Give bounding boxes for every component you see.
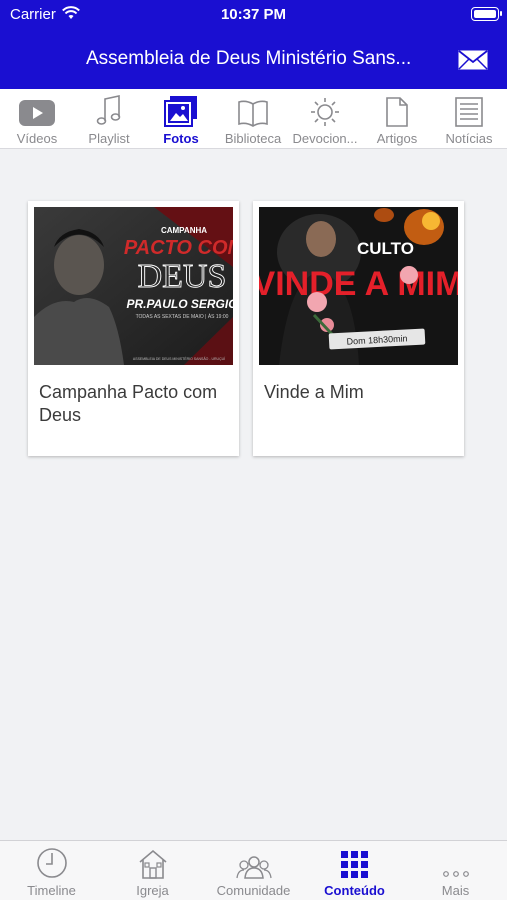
- clock-time: 10:37 PM: [220, 6, 287, 23]
- tab-label: Artigos: [376, 131, 418, 146]
- top-bar: Carrier 10:37 PM Assembleia de Deus Mini…: [0, 0, 507, 89]
- tab-devotional[interactable]: Devocion...: [289, 89, 361, 149]
- status-bar: Carrier 10:37 PM: [0, 0, 507, 28]
- bottom-tab-community[interactable]: Comunidade: [203, 841, 304, 900]
- music-note-icon: [73, 89, 145, 127]
- tab-label: Playlist: [88, 131, 130, 146]
- cover-text-vinde: VINDE A MIM: [259, 265, 458, 303]
- document-icon: [361, 89, 433, 127]
- tab-label: Vídeos: [16, 131, 58, 146]
- album-title: Vinde a Mim: [264, 382, 364, 402]
- more-icon: [405, 841, 506, 879]
- mail-icon[interactable]: [458, 50, 488, 75]
- tab-news[interactable]: Notícias: [433, 89, 505, 149]
- cover-text-church: ASSEMBLEIA DE DEUS MINISTÉRIO SANSÃO - U…: [133, 356, 225, 361]
- photo-album-grid: CAMPANHA PACTO COM DEUS PR.PAULO SERGIO …: [0, 172, 507, 840]
- bottom-tab-church[interactable]: Igreja: [102, 841, 203, 900]
- cover-text-schedule: TODAS AS SEXTAS DE MAIO | ÀS 19:00: [136, 313, 229, 320]
- bottom-tab-label: Mais: [441, 883, 470, 898]
- album-card[interactable]: CAMPANHA PACTO COM DEUS PR.PAULO SERGIO …: [28, 201, 239, 456]
- tab-label: Devocion...: [292, 131, 358, 146]
- tab-playlist[interactable]: Playlist: [73, 89, 145, 149]
- grid-icon: [304, 841, 405, 879]
- cover-text-pacto: PACTO COM: [124, 237, 233, 259]
- tab-library[interactable]: Biblioteca: [217, 89, 289, 149]
- tab-photos[interactable]: Fotos: [145, 89, 217, 149]
- clock-icon: [1, 841, 102, 879]
- book-icon: [217, 89, 289, 127]
- bottom-tab-content[interactable]: Conteúdo: [304, 841, 405, 900]
- bottom-tab-label: Igreja: [136, 883, 169, 898]
- tab-label: Biblioteca: [224, 131, 282, 146]
- cover-text-deus: DEUS: [138, 258, 227, 295]
- cover-text-pastor: PR.PAULO SERGIO: [126, 297, 233, 311]
- bottom-tab-more[interactable]: Mais: [405, 841, 506, 900]
- bottom-tab-bar: Timeline Igreja Comunidade Conteúdo Mais: [0, 840, 507, 900]
- content-tab-bar: Vídeos Playlist Fotos Biblioteca Devocio…: [0, 89, 507, 149]
- sun-icon: [289, 89, 361, 127]
- album-card[interactable]: CULTO VINDE A MIM Dom 18h30min Vinde a M…: [253, 201, 464, 456]
- photos-icon: [145, 89, 217, 127]
- cover-text-campanha: CAMPANHA: [161, 226, 207, 235]
- bottom-tab-timeline[interactable]: Timeline: [1, 841, 102, 900]
- bottom-tab-label: Timeline: [27, 883, 76, 898]
- page-title: Assembleia de Deus Ministério Sans...: [86, 48, 412, 69]
- tab-articles[interactable]: Artigos: [361, 89, 433, 149]
- cover-text-culto: CULTO: [357, 239, 414, 258]
- album-cover-image: CAMPANHA PACTO COM DEUS PR.PAULO SERGIO …: [34, 207, 233, 365]
- bottom-tab-label: Conteúdo: [324, 883, 385, 898]
- video-icon: [1, 89, 73, 127]
- newspaper-icon: [433, 89, 505, 127]
- church-icon: [102, 841, 203, 879]
- album-title: Campanha Pacto com Deus: [39, 382, 218, 425]
- album-cover-image: CULTO VINDE A MIM Dom 18h30min: [259, 207, 458, 365]
- tab-videos[interactable]: Vídeos: [1, 89, 73, 149]
- tab-label: Notícias: [445, 131, 493, 146]
- bottom-tab-label: Comunidade: [216, 883, 291, 898]
- battery-icon: [471, 7, 502, 21]
- tab-label: Fotos: [163, 131, 199, 146]
- people-icon: [203, 841, 304, 879]
